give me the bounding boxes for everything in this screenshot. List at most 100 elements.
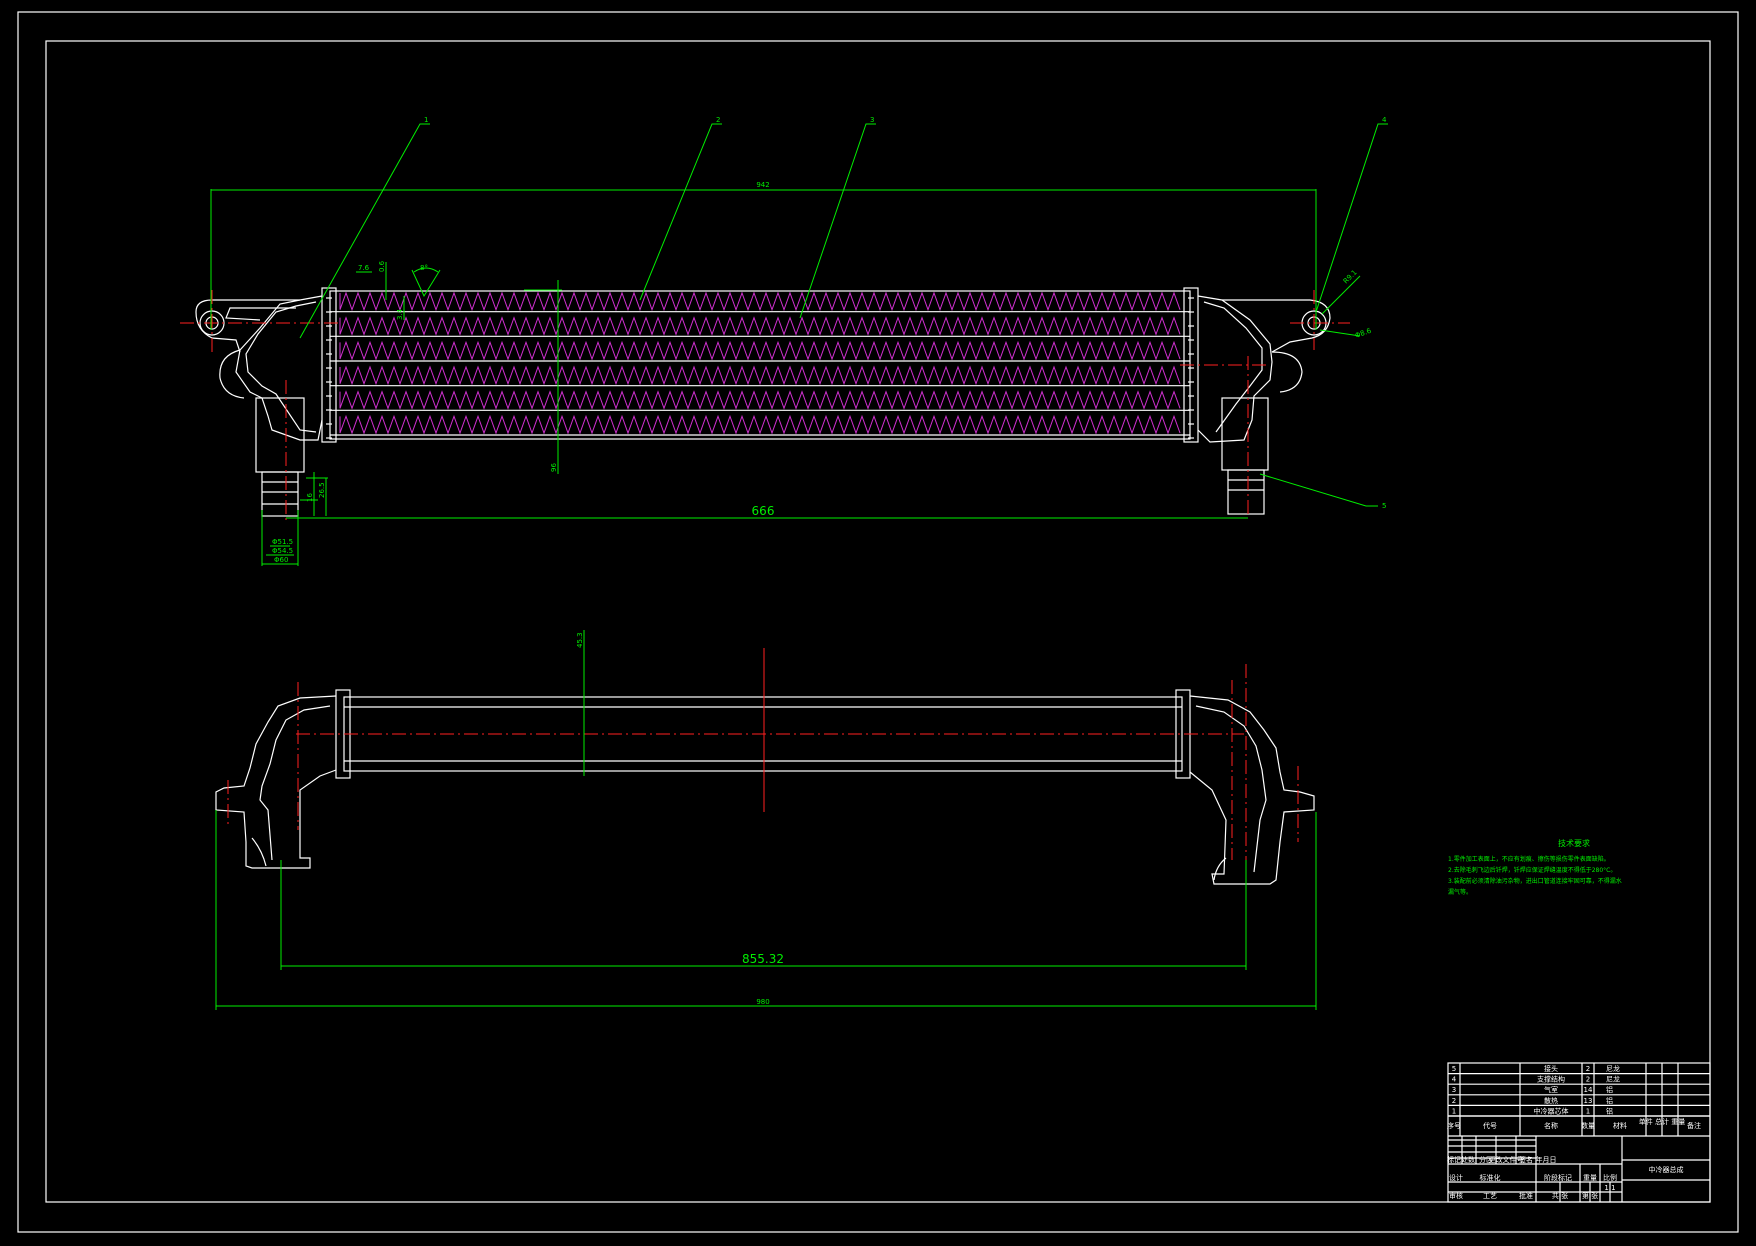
fin-zigzag	[339, 390, 1181, 410]
title-small-label: 审核	[1449, 1191, 1463, 1200]
dim-fin-angle: 8°	[420, 264, 428, 272]
dim-overall-top: 942	[756, 181, 769, 189]
drawing-name: 中冷器总成	[1649, 1165, 1684, 1174]
right-pipe	[1221, 397, 1269, 471]
dim-pipe-dia-3: Φ60	[274, 556, 288, 564]
part-no: 2	[1452, 1097, 1456, 1105]
part-qty: 2	[1586, 1076, 1590, 1084]
part-qty: 14	[1584, 1086, 1593, 1094]
right-lug	[1271, 351, 1303, 393]
core-outline	[329, 290, 1191, 440]
dim-pipe-len-1: 16	[306, 493, 314, 502]
title-small-label: 重量	[1583, 1174, 1597, 1182]
right-side-tank-inner	[1195, 705, 1267, 873]
technical-requirements: 技术要求 1.零件加工表面上，不应有划痕、擦伤等损伤零件表面缺陷。 2.去除毛刺…	[1448, 838, 1622, 896]
tech-req-line: 1.零件加工表面上，不应有划痕、擦伤等损伤零件表面缺陷。	[1448, 855, 1610, 863]
tech-req-line: 漏气等。	[1448, 888, 1472, 896]
part-name: 支撑结构	[1537, 1075, 1565, 1084]
title-small-labels: 标记 处数 分区更改文件号签名 年月日设计 标准化审核 工艺 批准阶段标记 重量 比例共 张第 …	[1447, 1155, 1617, 1200]
part-material: 铝	[1606, 1106, 1613, 1115]
dim-fin-depth: 0.6	[378, 260, 386, 272]
dim-center-distance: 666	[752, 504, 775, 518]
dim-overall-bottom: 980	[756, 998, 769, 1006]
fins	[339, 291, 1181, 435]
part-material: 铝	[1606, 1096, 1613, 1105]
title-small-label: 批准	[1519, 1191, 1533, 1200]
title-small-label: 第 张	[1582, 1191, 1598, 1200]
fin-zigzag	[339, 316, 1181, 336]
header-no: 序号	[1447, 1121, 1461, 1130]
part-material: 尼龙	[1606, 1064, 1620, 1073]
header-material: 材料	[1613, 1121, 1627, 1130]
part-name: 中冷器芯体	[1534, 1106, 1569, 1115]
right-pipe-outlet	[1227, 469, 1265, 515]
title-small-label: 共 张	[1552, 1191, 1568, 1200]
title-small-label: 比例	[1603, 1173, 1617, 1182]
left-tank	[235, 295, 323, 441]
balloon-leader-2	[639, 123, 722, 301]
dim-pipe-dia-1: Φ51.5	[272, 538, 293, 546]
balloon-4: 4	[1382, 116, 1387, 124]
header-ticks	[326, 297, 1194, 439]
part-no: 5	[1452, 1065, 1456, 1073]
left-pipe-outlet	[261, 471, 299, 517]
header-weight: 单件 总计 重量	[1639, 1117, 1685, 1126]
left-bracket-inner	[225, 307, 296, 321]
dim-fin-pitch: 7.6	[358, 264, 370, 272]
dim-leader-bracket-r	[1321, 275, 1361, 315]
balloon-leader-3	[799, 123, 876, 319]
title-small-label: 1:1	[1604, 1184, 1615, 1192]
header-remark: 备注	[1687, 1121, 1701, 1130]
left-side-tank	[215, 695, 337, 869]
part-qty: 13	[1584, 1097, 1593, 1105]
outer-frame	[17, 11, 1739, 1233]
title-small-label: 标准化	[1480, 1173, 1501, 1182]
dim-core-height: 96	[550, 463, 558, 472]
dim-pipe-len-2: 26.5	[318, 482, 326, 498]
inner-frame	[45, 40, 1711, 1203]
dim-line-fin-angle	[411, 269, 441, 298]
part-material: 尼龙	[1606, 1075, 1620, 1084]
title-small-label: 阶段标记	[1544, 1173, 1572, 1182]
part-name: 气室	[1544, 1085, 1558, 1094]
top-view: 942 666 96 7.6 0.6 3.4 8° 16 26.5 Φ51.5 …	[180, 116, 1388, 566]
right-tank-inner	[1203, 301, 1263, 433]
bottom-view: 45.3 855.32 980	[215, 630, 1317, 1010]
part-material: 铝	[1606, 1085, 1613, 1094]
balloon-leader-5	[1259, 473, 1378, 507]
balloon-2: 2	[716, 116, 720, 124]
drawing-svg: 942 666 96 7.6 0.6 3.4 8° 16 26.5 Φ51.5 …	[17, 11, 1739, 1233]
left-side-tank-inner	[259, 705, 331, 861]
title-small-label: 签名	[1519, 1155, 1533, 1164]
tech-req-line: 3.装配前必须清除油污杂物，进出口管道连接牢固可靠，不得漏水	[1448, 877, 1622, 885]
title-small-label: 标记	[1447, 1155, 1461, 1164]
dim-bracket-hole: Φ8.6	[1354, 326, 1373, 339]
part-qty: 2	[1586, 1065, 1590, 1073]
balloon-5: 5	[1382, 502, 1386, 510]
parts-list: 5 接头 2 尼龙 4 支撑结构 2 尼龙 3 气室 14 铝 2 散热 13 铝 1 中冷器芯体 1 铝	[1448, 1064, 1710, 1117]
title-block: 5 接头 2 尼龙 4 支撑结构 2 尼龙 3 气室 14 铝 2 散热 13 铝 1 中冷器芯体 1 铝 序号 代号…	[1447, 1062, 1711, 1203]
part-name: 接头	[1544, 1064, 1558, 1073]
right-side-tank	[1189, 695, 1315, 885]
part-no: 4	[1452, 1076, 1457, 1084]
part-name: 散热	[1544, 1096, 1558, 1105]
fin-zigzag	[339, 414, 1181, 435]
dim-pipe-dia-2: Φ54.5	[272, 547, 293, 555]
fin-zigzag	[339, 365, 1181, 386]
dim-bracket-r: R9.1	[1342, 268, 1359, 285]
left-pipe	[255, 397, 305, 473]
part-no: 1	[1452, 1107, 1456, 1115]
header-qty: 数量	[1581, 1121, 1595, 1130]
dim-lower-core-height: 45.3	[576, 632, 584, 648]
title-small-label: 设计	[1449, 1173, 1463, 1182]
cad-drawing: 942 666 96 7.6 0.6 3.4 8° 16 26.5 Φ51.5 …	[0, 0, 1756, 1242]
title-small-label: 年月日	[1536, 1155, 1557, 1164]
header-code: 代号	[1483, 1121, 1497, 1130]
left-outlet	[251, 837, 267, 867]
part-no: 3	[1452, 1086, 1456, 1094]
tech-req-line: 2.去除毛刺飞边后钎焊，钎焊应保证焊缝温度不得低于280°C。	[1448, 866, 1616, 874]
dim-tube-gap: 3.4	[396, 308, 404, 320]
left-lug	[219, 349, 245, 399]
dim-lower-center-distance: 855.32	[742, 952, 784, 966]
balloon-3: 3	[870, 116, 874, 124]
